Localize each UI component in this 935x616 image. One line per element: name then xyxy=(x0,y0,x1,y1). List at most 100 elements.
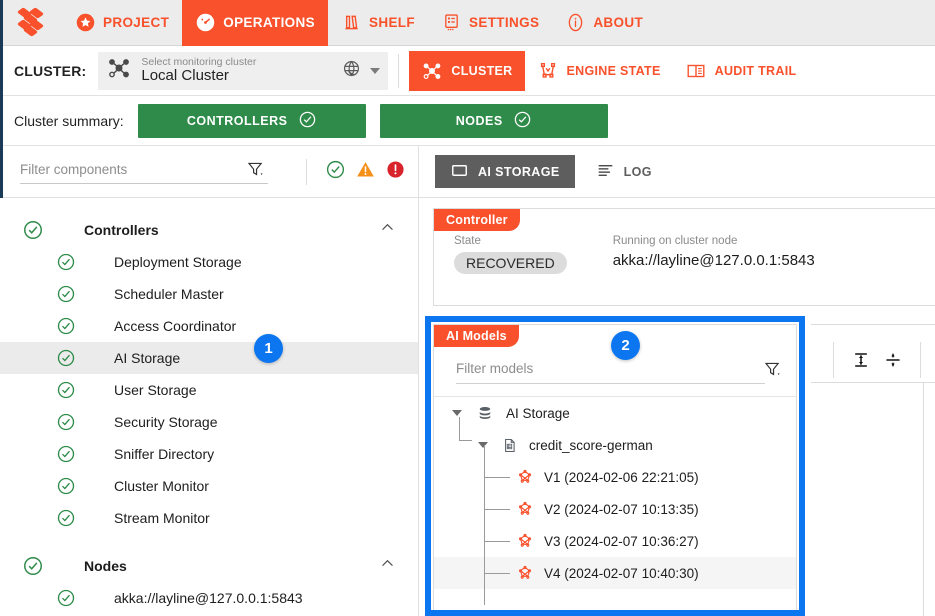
nav-item-about[interactable]: ABOUT xyxy=(552,0,656,46)
check-circle-icon xyxy=(56,412,76,432)
tree-node-model-version-selected[interactable]: V4 (2024-02-07 10:40:30) xyxy=(434,557,796,589)
tab-label: ENGINE STATE xyxy=(567,64,661,78)
triangle-down-icon[interactable] xyxy=(478,442,488,448)
cluster-label: CLUSTER: xyxy=(14,63,86,79)
tab-engine-state[interactable]: ENGINE STATE xyxy=(525,51,673,91)
nav-item-operations[interactable]: OPERATIONS xyxy=(182,0,328,46)
model-node-icon xyxy=(516,564,534,582)
sidebar-item-label: Deployment Storage xyxy=(114,254,242,270)
check-circle-icon xyxy=(56,252,76,272)
distribute-vertical-icon[interactable] xyxy=(880,351,906,369)
tree-connector xyxy=(459,417,472,441)
nav-label: ABOUT xyxy=(593,15,643,30)
cluster-selector[interactable]: Select monitoring cluster Local Cluster xyxy=(98,52,388,90)
chevron-down-icon[interactable] xyxy=(370,68,380,74)
check-circle-icon xyxy=(56,588,76,608)
warning-triangle-icon[interactable] xyxy=(355,159,376,185)
sidebar-item-user-storage[interactable]: User Storage xyxy=(0,374,418,406)
layline-logo-icon xyxy=(18,8,44,38)
cluster-summary-bar: Cluster summary: CONTROLLERS NODES xyxy=(0,96,935,146)
sidebar-item-ai-storage[interactable]: AI Storage xyxy=(0,342,418,374)
engine-state-icon xyxy=(537,60,559,82)
nav-item-project[interactable]: PROJECT xyxy=(62,0,182,46)
annotation-badge-2: 2 xyxy=(611,331,640,360)
cluster-sub-tabs: CLUSTER ENGINE STATE AUDIT TRAIL xyxy=(409,46,808,96)
check-circle-icon xyxy=(56,380,76,400)
globe-icon[interactable] xyxy=(342,59,361,83)
nav-item-shelf[interactable]: SHELF xyxy=(328,0,428,46)
fit-height-icon[interactable] xyxy=(848,351,874,369)
view-tabs: AI STORAGE LOG xyxy=(419,146,935,197)
cluster-bar: CLUSTER: Select monitoring cluster Local… xyxy=(0,46,935,96)
tree-node-model-version[interactable]: V2 (2024-02-07 10:13:35) xyxy=(434,493,796,525)
controller-state-field: State RECOVERED xyxy=(454,235,567,274)
tree-node-partial[interactable] xyxy=(434,589,796,616)
filter-funnel-icon[interactable] xyxy=(763,360,782,384)
divider xyxy=(398,54,399,88)
check-circle-icon xyxy=(56,444,76,464)
triangle-down-icon[interactable] xyxy=(452,410,462,416)
status-badge: RECOVERED xyxy=(454,252,567,274)
tab-ai-storage[interactable]: AI STORAGE xyxy=(435,155,575,188)
sidebar-group-label: Nodes xyxy=(84,558,127,574)
tree-node-ai-storage[interactable]: AI Storage xyxy=(434,397,796,429)
sidebar-item-cluster-monitor[interactable]: Cluster Monitor xyxy=(0,470,418,502)
sidebar-item-security-storage[interactable]: Security Storage xyxy=(0,406,418,438)
filter-components-input[interactable] xyxy=(20,159,268,184)
sidebar-item-label: Access Coordinator xyxy=(114,318,236,334)
sidebar-item-label: User Storage xyxy=(114,382,196,398)
sidebar-group-controllers[interactable]: Controllers xyxy=(0,214,418,246)
sidebar-item-access-coordinator[interactable]: Access Coordinator xyxy=(0,310,418,342)
filter-funnel-icon[interactable] xyxy=(246,160,265,184)
tree-connector xyxy=(484,573,510,574)
ai-models-card: AI Models xyxy=(433,324,797,616)
sidebar-item-label: Security Storage xyxy=(114,414,218,430)
sidebar-item-label: Cluster Monitor xyxy=(114,478,209,494)
tree-connector xyxy=(484,541,510,542)
nav-label: OPERATIONS xyxy=(223,15,315,30)
chevron-up-icon[interactable] xyxy=(379,555,396,577)
detail-pane: Controller State RECOVERED Running on cl… xyxy=(419,198,935,616)
sidebar-group-nodes[interactable]: Nodes xyxy=(0,550,418,582)
tab-audit-trail[interactable]: AUDIT TRAIL xyxy=(673,51,809,91)
cluster-select-value: Local Cluster xyxy=(141,68,333,84)
summary-button-controllers[interactable]: CONTROLLERS xyxy=(138,104,366,138)
sidebar-item-node-akka[interactable]: akka://layline@127.0.0.1:5843 xyxy=(0,582,418,614)
check-circle-icon xyxy=(56,508,76,528)
cluster-nodes-icon xyxy=(421,60,443,82)
sidebar-item-label: Scheduler Master xyxy=(114,286,224,302)
app-logo[interactable] xyxy=(0,8,62,38)
tree-node-model-version[interactable]: V1 (2024-02-06 22:21:05) xyxy=(434,461,796,493)
tab-label: AI STORAGE xyxy=(478,165,560,179)
sidebar-group-label: Controllers xyxy=(84,222,159,238)
tab-label: AUDIT TRAIL xyxy=(715,64,797,78)
sidebar-item-stream-monitor[interactable]: Stream Monitor xyxy=(0,502,418,534)
error-circle-icon[interactable] xyxy=(385,159,406,185)
check-circle-icon xyxy=(298,110,317,132)
nav-label: SHELF xyxy=(369,15,415,30)
nav-item-settings[interactable]: SETTINGS xyxy=(428,0,552,46)
tab-label: LOG xyxy=(624,165,652,179)
models-tree: AI Storage credit_score-german xyxy=(434,396,796,616)
filter-models-input[interactable] xyxy=(456,359,765,384)
models-side-toolbar xyxy=(811,324,935,616)
chevron-up-icon[interactable] xyxy=(379,219,396,241)
tree-node-label: V2 (2024-02-07 10:13:35) xyxy=(544,502,699,517)
sidebar-item-label: Sniffer Directory xyxy=(114,446,214,462)
tab-log[interactable]: LOG xyxy=(581,155,667,188)
tab-cluster[interactable]: CLUSTER xyxy=(409,51,524,91)
sidebar-item-label: AI Storage xyxy=(114,350,180,366)
tree-node-label: credit_score-german xyxy=(529,438,653,453)
ok-check-icon[interactable] xyxy=(325,159,346,185)
tree-node-credit-score-german[interactable]: credit_score-german xyxy=(434,429,796,461)
summary-button-nodes[interactable]: NODES xyxy=(380,104,608,138)
sidebar-item-scheduler-master[interactable]: Scheduler Master xyxy=(0,278,418,310)
tree-node-model-version[interactable]: V3 (2024-02-07 10:36:27) xyxy=(434,525,796,557)
check-circle-icon xyxy=(56,476,76,496)
nav-label: SETTINGS xyxy=(469,15,539,30)
model-node-icon xyxy=(516,532,534,550)
panel-icon xyxy=(450,161,469,183)
sidebar-item-sniffer-directory[interactable]: Sniffer Directory xyxy=(0,438,418,470)
sidebar-item-deployment-storage[interactable]: Deployment Storage xyxy=(0,246,418,278)
filter-toolbar-left xyxy=(0,146,419,197)
